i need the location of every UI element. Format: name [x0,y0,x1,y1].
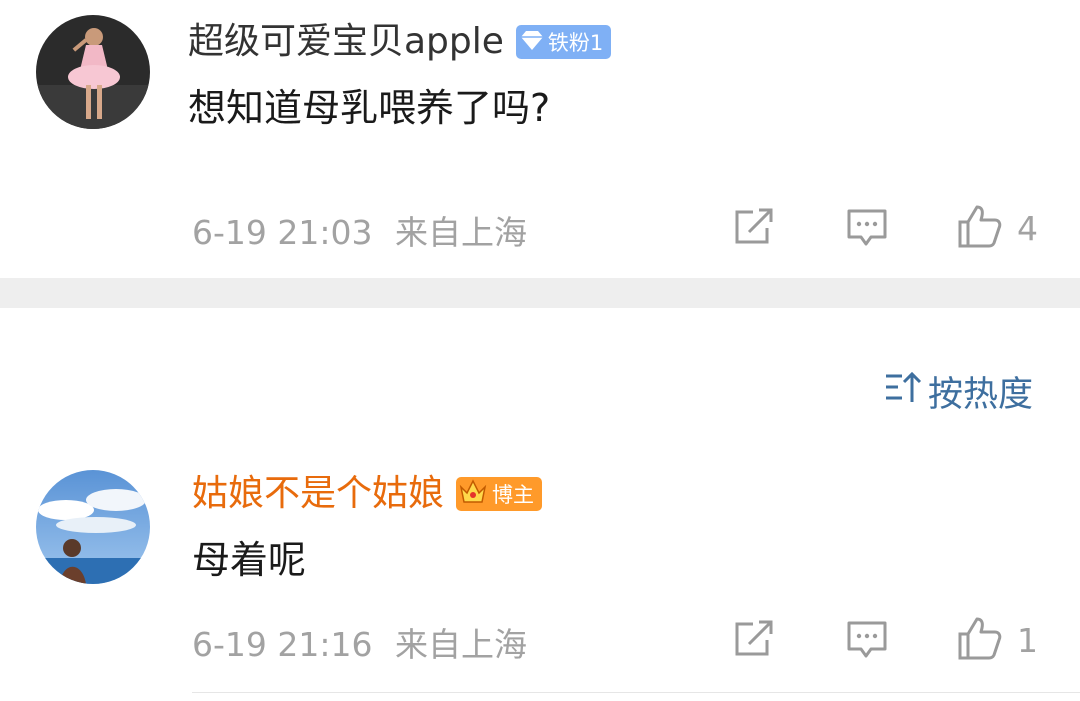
comment-icon [846,620,888,664]
comment-header: 姑娘不是个姑娘 博主 [192,472,543,516]
comment-time: 6-19 21:16 [192,625,373,664]
share-button[interactable] [733,620,775,662]
section-divider [0,278,1080,308]
sort-icon [884,370,928,413]
like-count: 4 [1017,208,1038,248]
comment-text: 母着呢 [192,538,307,582]
comment-icon [846,208,888,252]
avatar[interactable] [36,15,150,129]
comment-header: 超级可爱宝贝apple 铁粉1 [188,20,612,64]
comment-meta: 6-19 21:03 来自上海 [192,206,527,254]
blogger-badge[interactable]: 博主 [456,477,543,512]
username[interactable]: 超级可爱宝贝apple [188,20,504,64]
share-icon [733,620,775,662]
fan-badge[interactable]: 铁粉1 [515,25,612,59]
diamond-icon [520,29,544,56]
avatar[interactable] [36,470,150,584]
sort-label: 按热度 [928,375,1034,415]
comment-meta: 6-19 21:16 来自上海 [192,618,527,666]
like-icon [957,615,1003,665]
badge-label: 铁粉1 [547,31,604,55]
crown-icon [458,477,488,512]
comment-button[interactable] [846,208,888,252]
like-button[interactable]: 4 [957,203,1038,253]
sort-by-hot-button[interactable]: 按热度 [884,366,1033,417]
like-icon [957,203,1003,253]
badge-label: 博主 [492,483,535,507]
bottom-divider [192,692,1080,693]
comment-location: 来自上海 [395,213,527,252]
comment-button[interactable] [846,620,888,664]
share-button[interactable] [733,208,775,250]
comment-text: 想知道母乳喂养了吗? [188,86,551,130]
comment-time: 6-19 21:03 [192,213,373,252]
like-button[interactable]: 1 [957,615,1038,665]
like-count: 1 [1017,620,1038,660]
share-icon [733,208,775,250]
username[interactable]: 姑娘不是个姑娘 [192,472,444,516]
comment-location: 来自上海 [395,625,527,664]
